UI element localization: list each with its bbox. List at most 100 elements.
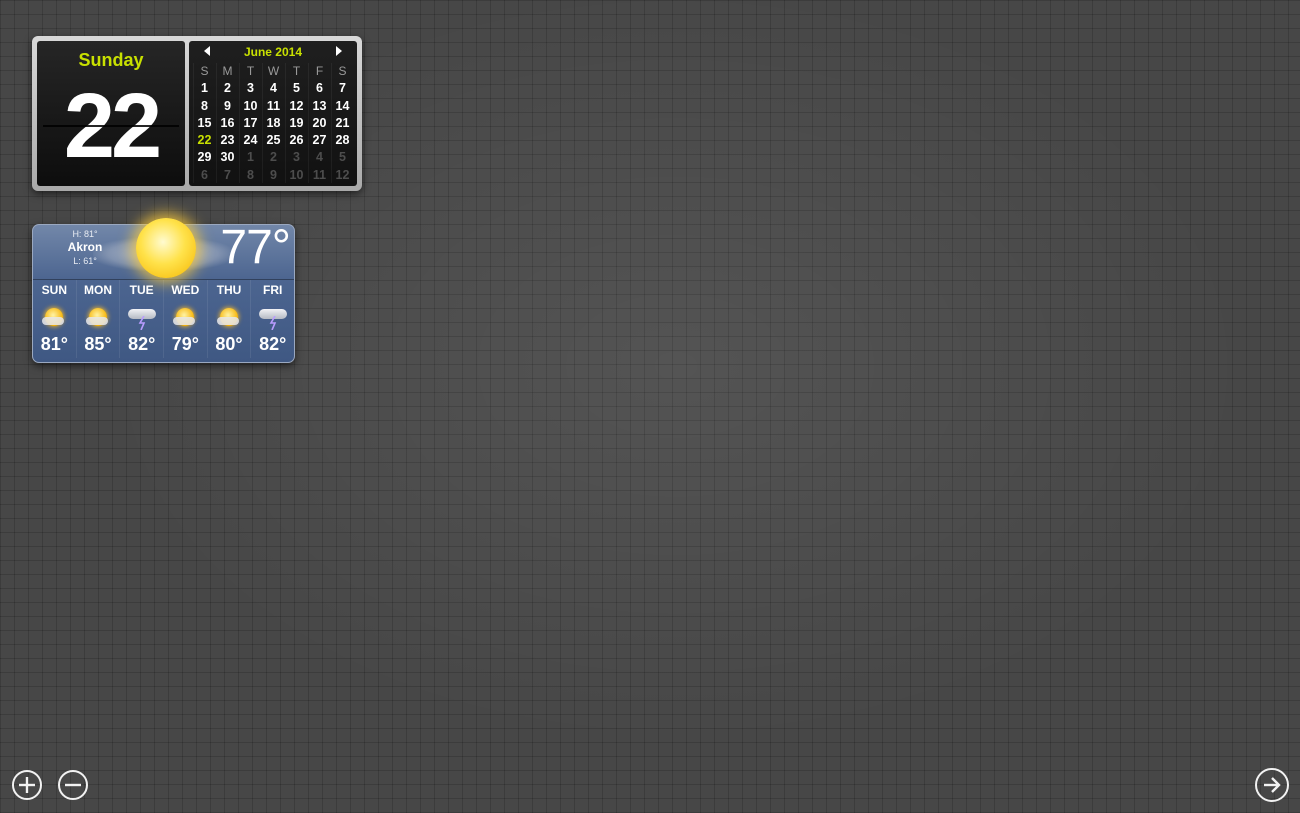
calendar-day[interactable]: 12	[331, 167, 354, 184]
calendar-week-row: 6 7 8 9 10 11 12	[193, 167, 354, 184]
calendar-day[interactable]: 30	[216, 149, 239, 166]
forecast-day: FRI 82°	[250, 280, 294, 358]
calendar-day[interactable]: 23	[216, 132, 239, 149]
calendar-day[interactable]: 29	[193, 149, 216, 166]
calendar-day[interactable]: 7	[331, 80, 354, 97]
forecast-day-name: THU	[216, 283, 242, 297]
calendar-day[interactable]: 3	[285, 149, 308, 166]
forecast-day: SUN 81°	[33, 280, 76, 358]
calendar-day-today[interactable]: 22	[193, 132, 216, 149]
forecast-day-name: MON	[84, 283, 112, 297]
calendar-day[interactable]: 17	[239, 115, 262, 132]
calendar-day[interactable]: 11	[262, 98, 285, 115]
calendar-day[interactable]: 15	[193, 115, 216, 132]
calendar-day[interactable]: 11	[308, 167, 331, 184]
calendar-day[interactable]: 10	[239, 98, 262, 115]
calendar-day[interactable]: 1	[239, 149, 262, 166]
forecast-day: WED 79°	[163, 280, 207, 358]
calendar-week-row: 29 30 1 2 3 4 5	[193, 149, 354, 166]
partly-sunny-icon	[84, 307, 112, 329]
calendar-weekday: Sunday	[78, 50, 144, 70]
calendar-day[interactable]: 5	[331, 149, 354, 166]
calendar-day[interactable]: 7	[216, 167, 239, 184]
forecast-day: MON 85°	[75, 280, 120, 358]
weather-city: Akron	[67, 240, 103, 254]
partly-sunny-icon	[171, 307, 199, 329]
calendar-weeks: 1 2 3 4 5 6 7 8 9 10 11 12 13 14 15 16 17 18 19 20 21 22 23 24 2…	[193, 80, 354, 184]
weekday-header: F	[315, 64, 324, 78]
forecast-temp: 81°	[40, 334, 68, 354]
calendar-day[interactable]: 10	[285, 167, 308, 184]
weekday-header: T	[292, 64, 301, 78]
calendar-week-row: 1234567	[193, 80, 354, 97]
calendar-day[interactable]: 6	[308, 80, 331, 97]
calendar-day[interactable]: 14	[331, 98, 354, 115]
calendar-day[interactable]: 2	[216, 80, 239, 97]
calendar-day[interactable]: 19	[285, 115, 308, 132]
calendar-day[interactable]: 8	[193, 98, 216, 115]
forecast-temp: 82°	[128, 334, 156, 354]
calendar-day[interactable]: 2	[262, 149, 285, 166]
calendar-day[interactable]: 26	[285, 132, 308, 149]
calendar-day[interactable]: 24	[239, 132, 262, 149]
weekday-header: W	[267, 64, 280, 78]
calendar-widget[interactable]: Sunday 22 June 2014 SMTWTFS 1 2 3 4 5 6 7 8 9 10 1…	[32, 36, 362, 191]
weather-low: L: 61°	[73, 256, 97, 266]
forecast-temp: 85°	[84, 334, 112, 354]
thunderstorm-icon	[127, 307, 156, 330]
calendar-day[interactable]: 16	[216, 115, 239, 132]
plus-circle-icon	[19, 777, 35, 793]
weekday-header: S	[338, 64, 347, 78]
calendar-month-header: June 2014	[189, 41, 357, 61]
forecast-day-name: FRI	[263, 283, 283, 297]
calendar-grid: SMTWTFS 1 2 3 4 5 6 7 8 9 10 11 12 13 14 15 16 17 18 19 20 2…	[193, 63, 354, 184]
calendar-day[interactable]: 20	[308, 115, 331, 132]
calendar-month-label: June 2014	[243, 45, 303, 59]
calendar-day[interactable]: 4	[262, 80, 285, 97]
forecast-temp: 82°	[259, 334, 287, 354]
forecast-day: TUE 82°	[119, 280, 163, 358]
forecast-temp: 79°	[171, 334, 199, 354]
forecast-day-name: WED	[171, 283, 200, 297]
calendar-day[interactable]: 1	[193, 80, 216, 97]
calendar-day[interactable]: 28	[331, 132, 354, 149]
weather-widget[interactable]: H: 81° Akron L: 61° 77° SUN 81° MON 85° TUE 8…	[32, 218, 295, 363]
next-page-button[interactable]	[1255, 768, 1289, 802]
calendar-day[interactable]: 25	[262, 132, 285, 149]
calendar-week-row: 22 23 24 25 26 27 28	[193, 132, 354, 149]
calendar-day[interactable]: 9	[216, 98, 239, 115]
calendar-day[interactable]: 6	[193, 167, 216, 184]
weather-high: H: 81°	[72, 229, 98, 239]
next-month-icon[interactable]	[336, 46, 342, 56]
calendar-day[interactable]: 4	[308, 149, 331, 166]
weather-forecast: SUN 81° MON 85° TUE 82° WED 79° THU 80° FRI 82°	[33, 280, 294, 358]
calendar-day[interactable]: 27	[308, 132, 331, 149]
calendar-day[interactable]: 5	[285, 80, 308, 97]
calendar-week-row: 15 16 17 18 19 20 21	[193, 115, 354, 132]
forecast-day: THU 80°	[206, 280, 251, 358]
add-widget-button[interactable]	[12, 770, 42, 800]
partly-sunny-icon	[40, 307, 68, 329]
flip-divider	[43, 125, 179, 127]
calendar-day[interactable]: 9	[262, 167, 285, 184]
forecast-day-name: SUN	[41, 283, 67, 297]
weekday-header: S	[200, 64, 209, 78]
forecast-day-name: TUE	[129, 283, 154, 297]
minus-circle-icon	[65, 783, 81, 787]
calendar-day[interactable]: 13	[308, 98, 331, 115]
calendar-day[interactable]: 18	[262, 115, 285, 132]
forecast-temp: 80°	[215, 334, 243, 354]
weekday-header-row: SMTWTFS	[193, 63, 354, 80]
remove-widget-button[interactable]	[58, 770, 88, 800]
calendar-day[interactable]: 21	[331, 115, 354, 132]
weekday-header: M	[222, 64, 233, 78]
calendar-day[interactable]: 8	[239, 167, 262, 184]
weather-current: H: 81° Akron L: 61° 77°	[33, 218, 294, 280]
partly-sunny-icon	[215, 307, 243, 329]
weekday-header: T	[246, 64, 255, 78]
calendar-day[interactable]: 3	[239, 80, 262, 97]
calendar-week-row: 8 9 10 11 12 13 14	[193, 98, 354, 115]
calendar-day[interactable]: 12	[285, 98, 308, 115]
calendar-date-panel: Sunday 22	[37, 41, 185, 186]
weather-current-temp: 77°	[220, 221, 291, 274]
